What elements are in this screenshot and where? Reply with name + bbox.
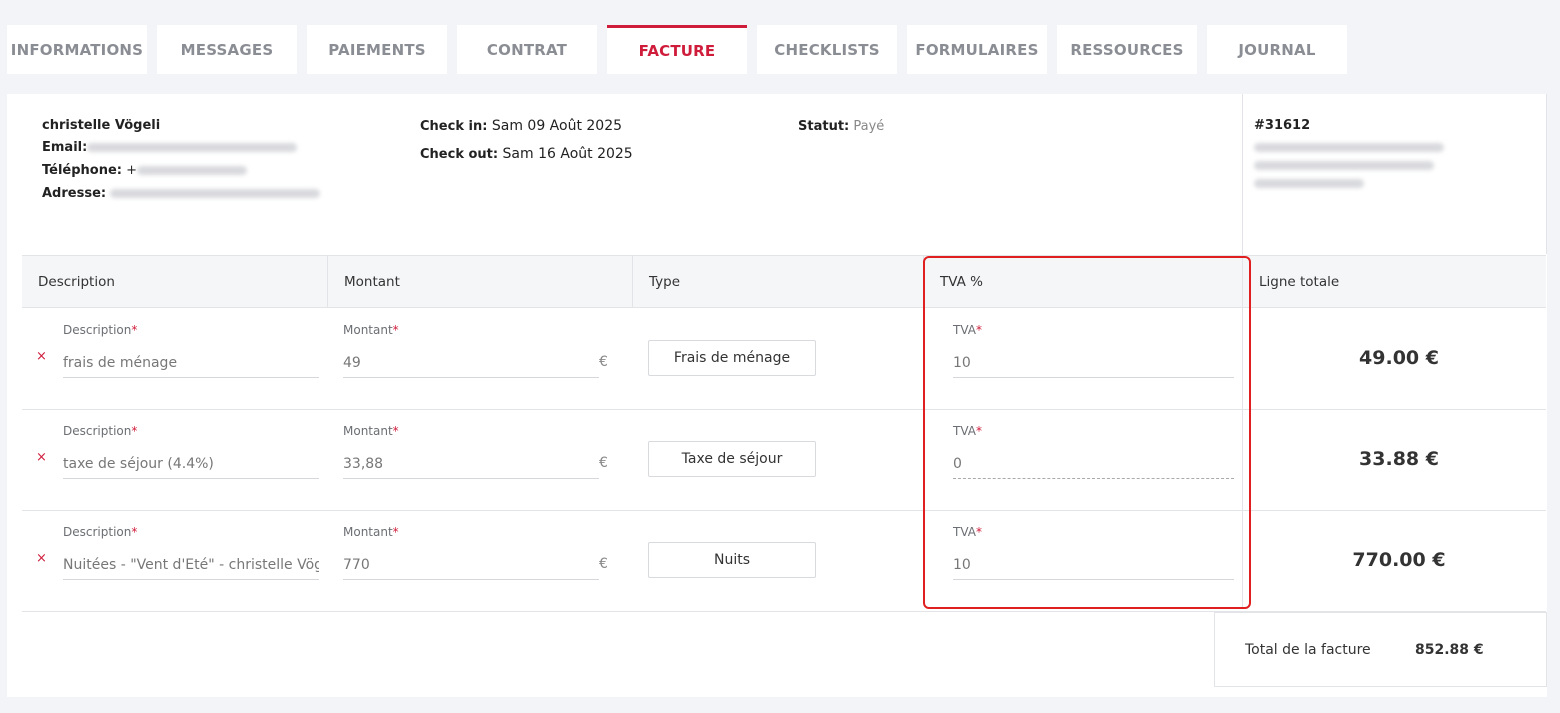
type-button[interactable]: Nuits (648, 542, 816, 578)
invoice-total-label: Total de la facture (1245, 642, 1371, 658)
vat-label: TVA* (953, 424, 982, 438)
company-redacted (1254, 161, 1434, 170)
tab-informations[interactable]: INFORMATIONS (7, 25, 147, 74)
guest-info: christelle Vögeli Email: Téléphone: + Ad… (42, 118, 321, 209)
type-button[interactable]: Taxe de séjour (648, 441, 816, 477)
amount-label: Montant* (343, 525, 399, 539)
description-input[interactable]: Nuitées - "Vent d'Eté" - christelle Vöge… (63, 550, 319, 580)
table-row: × Description* taxe de séjour (4.4%) Mon… (22, 410, 1546, 511)
status-label: Statut: (798, 119, 850, 134)
column-header-description: Description (22, 256, 328, 307)
tab-contrat[interactable]: CONTRAT (457, 25, 597, 74)
status-info: Statut: Payé (798, 119, 884, 134)
vat-label: TVA* (953, 323, 982, 337)
checkin-label: Check in: (420, 119, 488, 134)
checkout-label: Check out: (420, 147, 499, 162)
currency-symbol: € (599, 354, 608, 370)
stay-info: Check in: Sam 09 Août 2025 Check out: Sa… (420, 118, 633, 162)
line-total: 49.00 € (1359, 347, 1439, 369)
invoice-meta: #31612 (1254, 118, 1444, 194)
email-redacted (87, 143, 298, 152)
line-total: 770.00 € (1352, 549, 1446, 571)
company-redacted (1254, 143, 1444, 152)
table-row: × Description* frais de ménage Montant* … (22, 309, 1546, 410)
amount-label: Montant* (343, 323, 399, 337)
vat-input[interactable]: 0 (953, 449, 1234, 479)
table-header: Description Montant Type TVA % Ligne tot… (22, 255, 1546, 308)
vat-input[interactable]: 10 (953, 550, 1234, 580)
column-header-line-total: Ligne totale (1259, 273, 1340, 290)
company-redacted (1254, 179, 1364, 188)
phone-redacted (137, 166, 248, 175)
tab-ressources[interactable]: RESSOURCES (1057, 25, 1197, 74)
description-label: Description* (63, 525, 138, 539)
currency-symbol: € (599, 556, 608, 572)
amount-label: Montant* (343, 424, 399, 438)
status-value: Payé (853, 119, 885, 134)
guest-name: christelle Vögeli (42, 118, 161, 133)
phone-prefix: + (126, 163, 138, 178)
checkout-value: Sam 16 Août 2025 (502, 146, 633, 162)
email-label: Email: (42, 140, 88, 155)
invoice-total-box: Total de la facture 852.88 € (1214, 612, 1547, 687)
amount-input[interactable]: 33,88 (343, 449, 599, 479)
tab-formulaires[interactable]: FORMULAIRES (907, 25, 1047, 74)
remove-icon[interactable]: × (36, 349, 47, 364)
tab-facture[interactable]: FACTURE (607, 25, 747, 74)
address-label: Adresse: (42, 186, 107, 201)
column-header-type: Type (633, 256, 924, 307)
column-header-amount: Montant (328, 256, 633, 307)
remove-icon[interactable]: × (36, 450, 47, 465)
address-redacted (110, 189, 321, 198)
amount-input[interactable]: 49 (343, 348, 599, 378)
vat-label: TVA* (953, 525, 982, 539)
column-header-vat: TVA % (924, 256, 1243, 307)
tab-paiements[interactable]: PAIEMENTS (307, 25, 447, 74)
description-input[interactable]: frais de ménage (63, 348, 319, 378)
vat-input[interactable]: 10 (953, 348, 1234, 378)
description-label: Description* (63, 323, 138, 337)
tab-messages[interactable]: MESSAGES (157, 25, 297, 74)
invoice-number: #31612 (1254, 118, 1311, 133)
remove-icon[interactable]: × (36, 551, 47, 566)
tab-checklists[interactable]: CHECKLISTS (757, 25, 897, 74)
phone-label: Téléphone: (42, 163, 122, 178)
line-total: 33.88 € (1359, 448, 1439, 470)
description-input[interactable]: taxe de séjour (4.4%) (63, 449, 319, 479)
invoice-total-value: 852.88 € (1415, 642, 1484, 658)
amount-input[interactable]: 770 (343, 550, 599, 580)
checkin-value: Sam 09 Août 2025 (491, 118, 623, 134)
description-label: Description* (63, 424, 138, 438)
currency-symbol: € (599, 455, 608, 471)
tab-journal[interactable]: JOURNAL (1207, 25, 1347, 74)
type-button[interactable]: Frais de ménage (648, 340, 816, 376)
table-row: × Description* Nuitées - "Vent d'Eté" - … (22, 511, 1546, 612)
divider (1546, 94, 1547, 254)
